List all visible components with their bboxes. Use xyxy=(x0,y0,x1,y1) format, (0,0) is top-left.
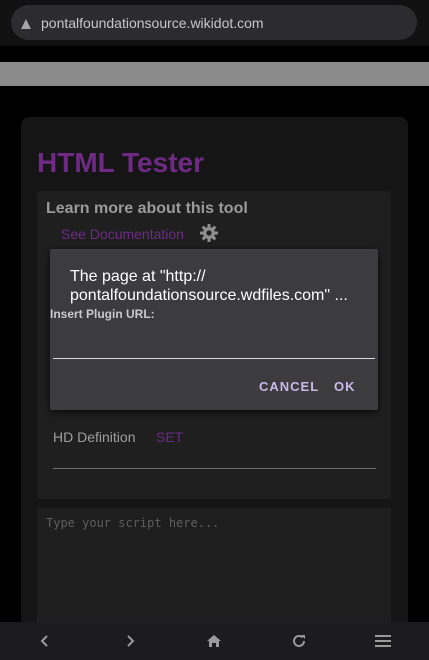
bottom-navigation xyxy=(0,622,429,660)
hd-definition-label: HD Definition xyxy=(53,429,136,445)
page-title: HTML Tester xyxy=(37,147,204,178)
forward-icon[interactable] xyxy=(119,630,141,652)
url-text: pontalfoundationsource.wikidot.com xyxy=(41,14,264,31)
dialog-title: The page at "http:// pontalfoundationsou… xyxy=(70,267,370,305)
set-button[interactable]: SET xyxy=(156,429,183,445)
banner-strip xyxy=(0,62,429,86)
ok-button[interactable]: OK xyxy=(334,379,356,394)
cancel-button[interactable]: CANCEL xyxy=(259,379,319,394)
menu-icon[interactable] xyxy=(372,630,394,652)
dialog-title-line: The page at "http:// xyxy=(70,268,206,285)
browser-toolbar: pontalfoundationsource.wikidot.com xyxy=(0,0,429,46)
hd-underline xyxy=(53,468,376,469)
warning-icon xyxy=(20,17,32,29)
gear-icon[interactable] xyxy=(199,223,219,243)
url-bar[interactable]: pontalfoundationsource.wikidot.com xyxy=(11,5,417,40)
plugin-url-input[interactable] xyxy=(53,326,375,359)
documentation-link[interactable]: See Documentation xyxy=(61,226,184,242)
back-icon[interactable] xyxy=(34,630,56,652)
dialog-message: Insert Plugin URL: xyxy=(50,307,155,321)
learn-more-heading: Learn more about this tool xyxy=(46,200,248,217)
dialog-title-line: pontalfoundationsource.wdfiles.com" ... xyxy=(70,287,348,304)
reload-icon[interactable] xyxy=(288,630,310,652)
script-editor[interactable] xyxy=(37,508,391,624)
home-icon[interactable] xyxy=(203,630,225,652)
